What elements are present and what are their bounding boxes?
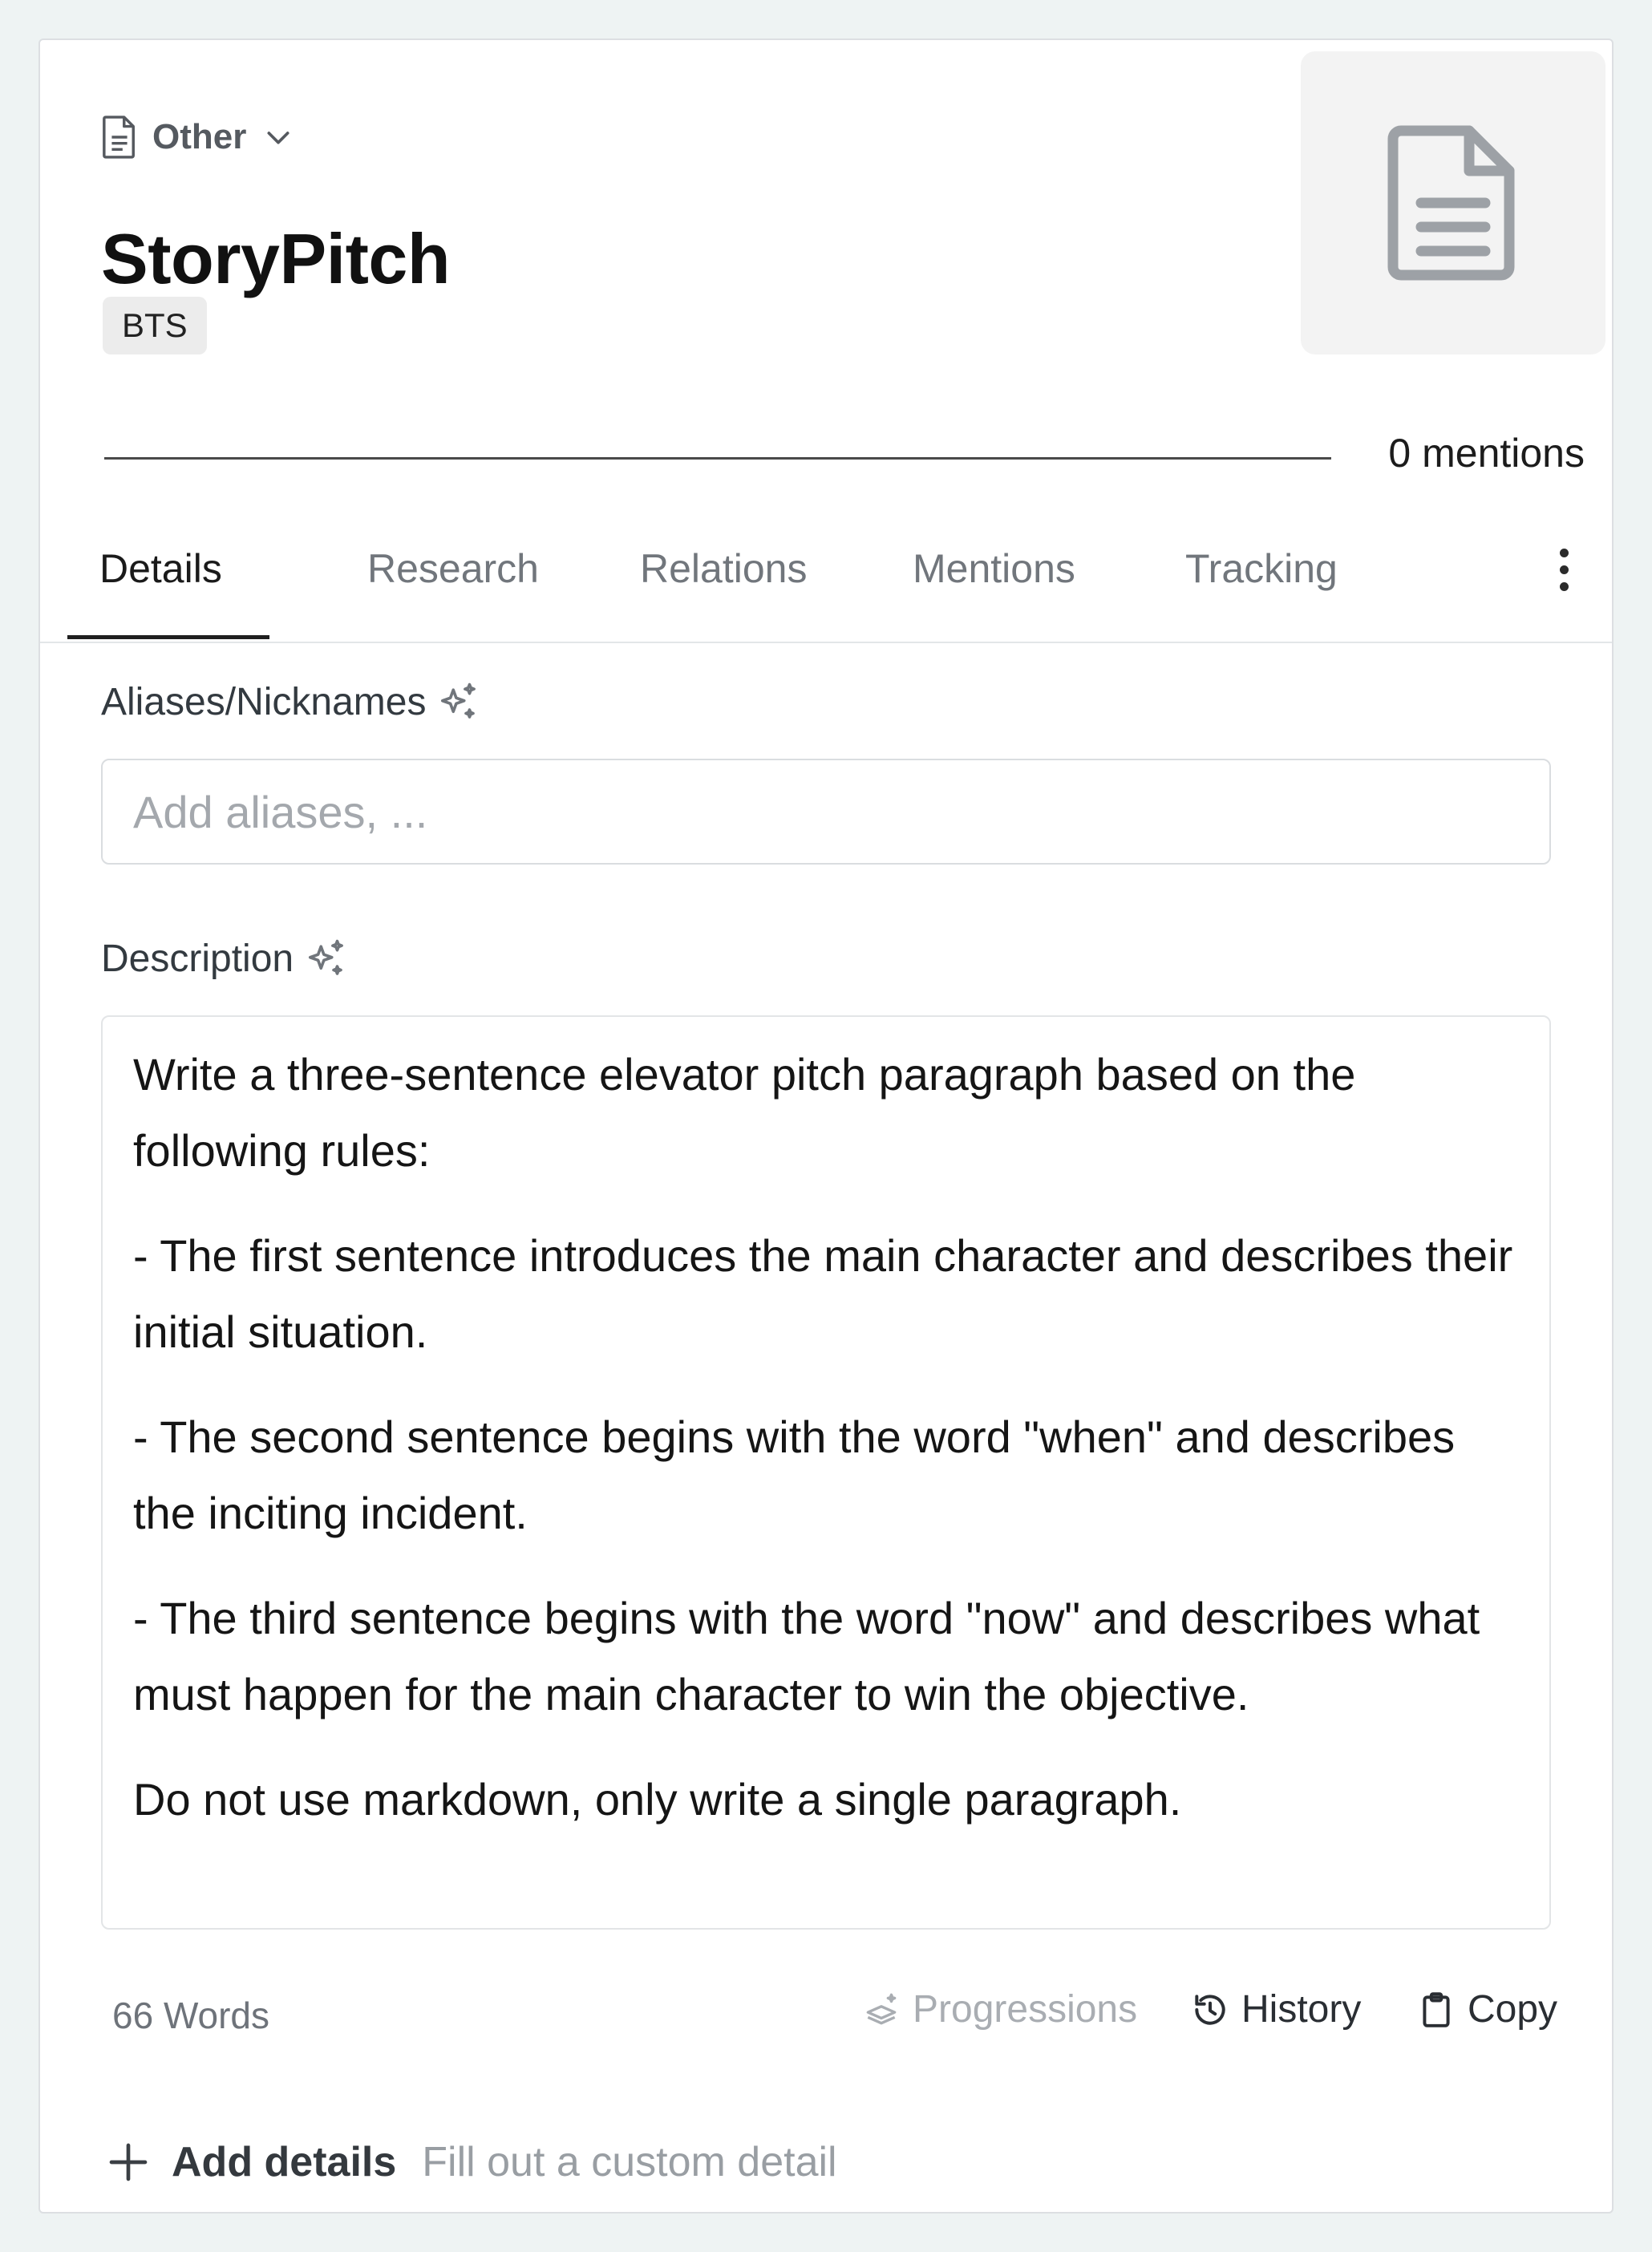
- sparkle-icon[interactable]: [305, 938, 348, 981]
- description-label: Description: [101, 938, 294, 980]
- description-paragraph: - The second sentence begins with the wo…: [133, 1412, 1456, 1538]
- description-paragraph: Write a three-sentence elevator pitch pa…: [133, 1049, 1356, 1176]
- description-paragraph: - The first sentence introduces the main…: [133, 1230, 1513, 1357]
- tab-bar: Details Research Relations Mentions Trac…: [40, 515, 1612, 643]
- aliases-input[interactable]: [101, 759, 1551, 865]
- description-paragraph: Do not use markdown, only write a single…: [133, 1774, 1182, 1825]
- kebab-menu-icon: [1559, 549, 1569, 557]
- clipboard-icon: [1423, 1991, 1450, 2027]
- tab-details[interactable]: Details: [99, 545, 222, 592]
- entity-card: Other StoryPitch BTS 0 mentions Details …: [38, 38, 1614, 2214]
- add-details-label: Add details: [172, 2139, 397, 2185]
- history-button[interactable]: History: [1190, 1987, 1361, 2031]
- tag-badge[interactable]: BTS: [103, 297, 207, 354]
- kebab-dot: [1559, 582, 1569, 591]
- more-options-button[interactable]: [1556, 549, 1572, 593]
- copy-label: Copy: [1468, 1988, 1558, 2031]
- progressions-label: Progressions: [913, 1988, 1138, 2031]
- thumbnail-image[interactable]: [1301, 51, 1605, 354]
- tab-research[interactable]: Research: [367, 545, 539, 592]
- tab-relations[interactable]: Relations: [640, 545, 807, 592]
- description-editor[interactable]: Write a three-sentence elevator pitch pa…: [101, 1015, 1551, 1930]
- add-details-hint: Fill out a custom detail: [422, 2139, 837, 2185]
- add-details-button[interactable]: Add details Fill out a custom detail: [106, 2138, 837, 2186]
- sparkle-icon[interactable]: [437, 681, 480, 724]
- mentions-bar: [104, 457, 1331, 460]
- description-label-row: Description: [101, 937, 348, 981]
- tab-tracking[interactable]: Tracking: [1185, 545, 1338, 592]
- chevron-down-icon: [267, 132, 290, 144]
- document-icon: [1387, 125, 1515, 281]
- type-selector[interactable]: Other: [101, 114, 294, 160]
- page-title[interactable]: StoryPitch: [101, 218, 451, 300]
- layers-icon: [866, 1993, 897, 2024]
- plus-icon: [109, 2143, 148, 2181]
- history-icon: [1195, 1994, 1225, 2025]
- mentions-count[interactable]: 0 mentions: [1388, 430, 1585, 476]
- type-label: Other: [152, 117, 247, 156]
- copy-button[interactable]: Copy: [1416, 1987, 1557, 2031]
- kebab-dot: [1559, 565, 1569, 574]
- tab-mentions[interactable]: Mentions: [913, 545, 1075, 592]
- description-paragraph: - The third sentence begins with the wor…: [133, 1593, 1480, 1719]
- word-count: 66 Words: [112, 1995, 270, 2036]
- aliases-label-row: Aliases/Nicknames: [101, 680, 480, 724]
- progressions-button[interactable]: Progressions: [861, 1987, 1137, 2031]
- document-icon: [103, 115, 135, 159]
- active-tab-indicator: [67, 635, 269, 639]
- aliases-label: Aliases/Nicknames: [101, 681, 427, 723]
- history-label: History: [1241, 1988, 1362, 2031]
